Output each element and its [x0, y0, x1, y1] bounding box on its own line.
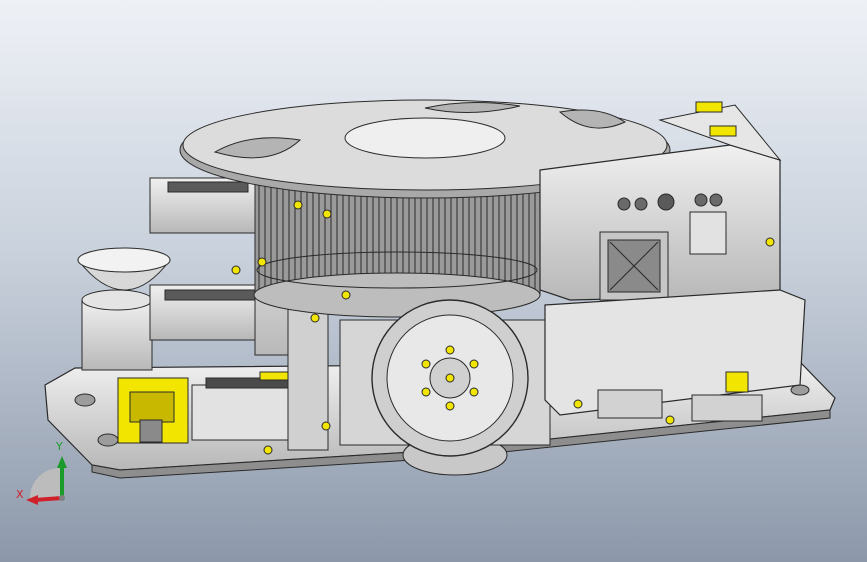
triad-y-arrow	[57, 456, 67, 468]
triad-x-label: X	[16, 488, 24, 501]
upper-motor	[149, 177, 261, 234]
left-gear-assembly	[117, 377, 189, 444]
robot-chassis-model[interactable]	[0, 0, 867, 562]
drive-wheel	[339, 299, 551, 457]
coordinate-triad	[26, 456, 67, 505]
triad-origin	[59, 495, 65, 501]
triad-x-axis	[33, 496, 63, 502]
triad-plane	[29, 467, 63, 498]
cad-viewport[interactable]: Y X	[0, 0, 867, 562]
triad-y-label: Y	[56, 440, 63, 453]
